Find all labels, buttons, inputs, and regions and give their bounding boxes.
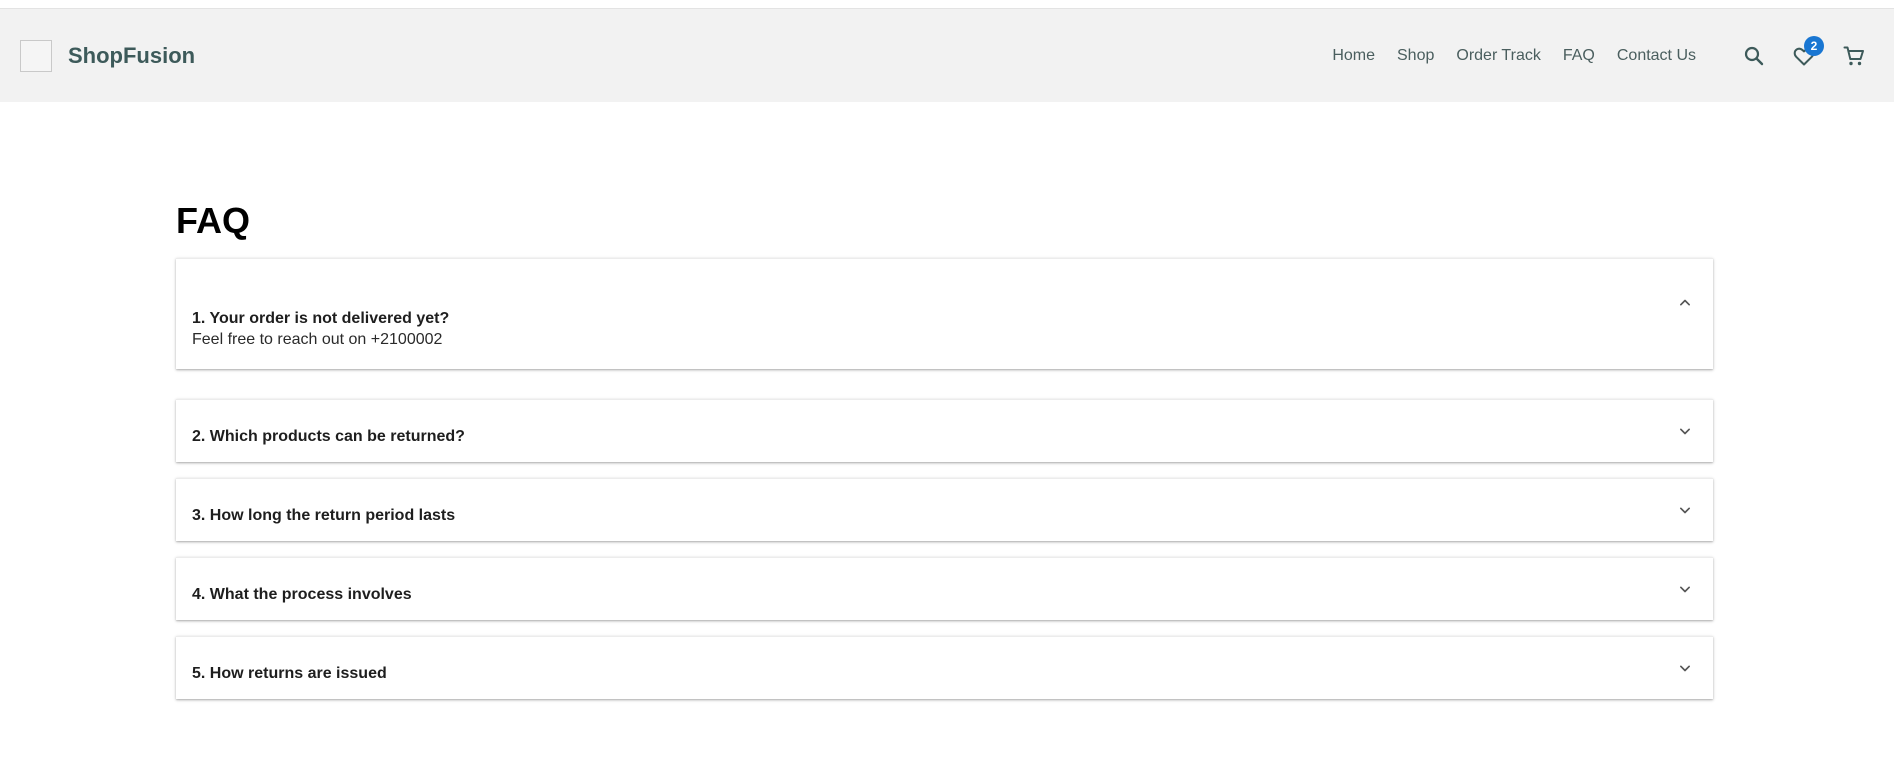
main-content: FAQ 1. Your order is not delivered yet? …: [0, 201, 1894, 699]
cart-icon: [1843, 46, 1864, 65]
site-header: ShopFusion Home Shop Order Track FAQ Con…: [0, 9, 1894, 102]
page-title: FAQ: [176, 200, 251, 241]
faq-question-toggle[interactable]: 3. How long the return period lasts: [176, 479, 1713, 541]
chevron-down-icon[interactable]: [1673, 419, 1697, 443]
nav-order-track[interactable]: Order Track: [1456, 47, 1540, 65]
faq-item: 3. How long the return period lasts: [176, 478, 1713, 541]
faq-list: 1. Your order is not delivered yet? Feel…: [176, 258, 1713, 699]
faq-item: 5. How returns are issued: [176, 636, 1713, 699]
faq-question: 4. What the process involves: [192, 586, 412, 603]
wishlist-count-badge: 2: [1804, 35, 1824, 56]
cart-button[interactable]: [1834, 36, 1874, 76]
nav-faq[interactable]: FAQ: [1563, 47, 1595, 65]
nav-shop[interactable]: Shop: [1397, 47, 1434, 65]
search-button[interactable]: [1734, 36, 1774, 76]
top-border: [0, 0, 1894, 9]
faq-question-toggle[interactable]: 5. How returns are issued: [176, 637, 1713, 699]
search-icon: [1744, 46, 1764, 65]
faq-question: 1. Your order is not delivered yet?: [192, 310, 450, 327]
faq-question-toggle[interactable]: 2. Which products can be returned?: [176, 400, 1713, 462]
brand-name[interactable]: ShopFusion: [68, 43, 195, 69]
logo-image[interactable]: [20, 39, 52, 72]
faq-question: 5. How returns are issued: [192, 665, 387, 682]
main-nav: Home Shop Order Track FAQ Contact Us: [1310, 47, 1696, 65]
faq-question-toggle[interactable]: 4. What the process involves: [176, 558, 1713, 620]
chevron-down-icon[interactable]: [1673, 498, 1697, 522]
faq-question: 3. How long the return period lasts: [192, 507, 456, 524]
chevron-up-icon[interactable]: [1673, 291, 1697, 315]
faq-item: 4. What the process involves: [176, 557, 1713, 620]
header-icons: 2: [1724, 35, 1874, 76]
faq-item: 1. Your order is not delivered yet? Feel…: [176, 258, 1713, 369]
faq-item: 2. Which products can be returned?: [176, 399, 1713, 462]
chevron-down-icon[interactable]: [1673, 577, 1697, 601]
faq-answer: Feel free to reach out on +2100002: [192, 331, 443, 348]
chevron-down-icon[interactable]: [1673, 656, 1697, 680]
faq-question: 2. Which products can be returned?: [192, 428, 465, 445]
nav-home[interactable]: Home: [1332, 47, 1375, 65]
wishlist-button[interactable]: 2: [1784, 35, 1824, 76]
nav-contact-us[interactable]: Contact Us: [1617, 47, 1696, 65]
